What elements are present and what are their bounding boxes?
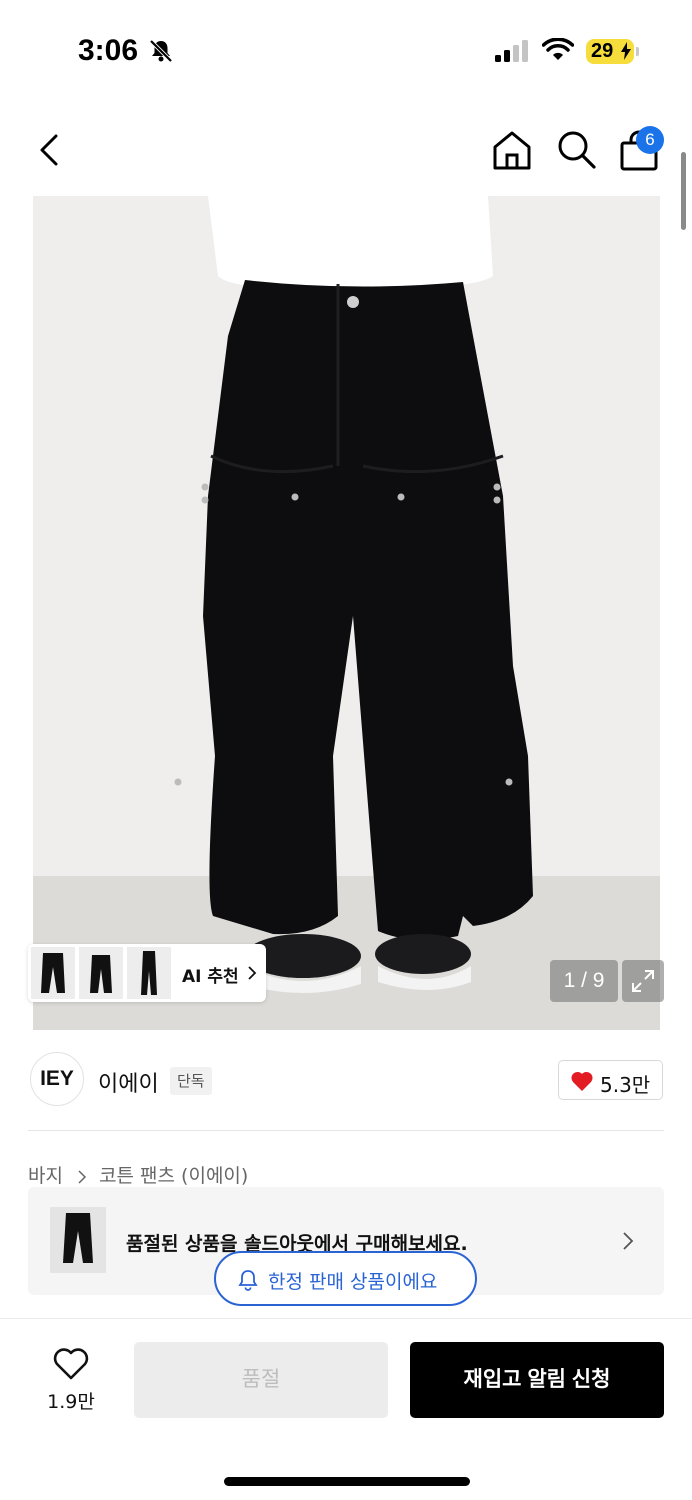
chevron-right-icon: [78, 1169, 87, 1184]
product-image[interactable]: [33, 196, 660, 1030]
soldout-button: 품절: [134, 1342, 388, 1418]
wifi-icon: [542, 38, 574, 60]
heart-filled-icon: [571, 1071, 593, 1091]
signal-icon: [495, 40, 528, 62]
battery-icon: 29: [586, 39, 634, 64]
expand-button[interactable]: [622, 960, 664, 1002]
bottom-bar-divider: [0, 1318, 692, 1319]
expand-icon: [632, 970, 654, 992]
bolt-icon: [621, 42, 631, 60]
wishlist-count: 1.9만: [47, 1391, 95, 1413]
breadcrumb-subcategory[interactable]: 코튼 팬츠 (이에이): [99, 1165, 248, 1187]
limited-sale-badge: 한정 판매 상품이에요: [214, 1251, 477, 1306]
home-icon[interactable]: [490, 128, 534, 172]
gallery-thumbnail[interactable]: [127, 947, 171, 999]
cart-count-badge: 6: [636, 126, 664, 154]
restock-alert-button[interactable]: 재입고 알림 신청: [410, 1342, 664, 1418]
thumbnail-image: [141, 951, 157, 995]
scrollbar[interactable]: [681, 152, 686, 230]
ai-recommend-strip[interactable]: AI 추천: [28, 944, 266, 1002]
search-icon[interactable]: [555, 128, 597, 170]
soldout-product-thumbnail: [50, 1207, 106, 1273]
wishlist-button[interactable]: 1.9만: [40, 1345, 102, 1415]
chevron-right-icon: [623, 1232, 634, 1250]
exclusive-badge: 단독: [170, 1067, 212, 1095]
product-photo: [33, 196, 660, 1030]
breadcrumb: 바지 코튼 팬츠 (이에이): [28, 1161, 248, 1188]
brand-logo[interactable]: IEY: [30, 1052, 84, 1106]
limited-sale-text: 한정 판매 상품이에요: [268, 1271, 438, 1293]
battery-level: 29: [591, 40, 614, 62]
back-arrow-icon[interactable]: [32, 128, 68, 172]
thumbnail-image: [63, 1213, 93, 1263]
home-indicator[interactable]: [224, 1477, 470, 1486]
brand-like-count: 5.3만: [600, 1073, 651, 1097]
brand-name[interactable]: 이에이: [98, 1066, 159, 1098]
gallery-thumbnail[interactable]: [79, 947, 123, 999]
gallery-thumbnail[interactable]: [31, 947, 75, 999]
thumbnail-image: [41, 953, 65, 993]
heart-outline-icon: [53, 1348, 89, 1380]
chevron-right-icon: [248, 966, 257, 980]
status-bar: 3:06 29: [0, 0, 692, 100]
image-page-counter: 1 / 9: [550, 960, 618, 1002]
brand-like-button[interactable]: 5.3만: [558, 1060, 663, 1100]
divider: [28, 1130, 664, 1131]
status-time: 3:06: [78, 34, 139, 67]
bell-icon: [238, 1270, 258, 1291]
thumbnail-image: [90, 955, 112, 993]
breadcrumb-category[interactable]: 바지: [28, 1165, 63, 1187]
bell-slash-icon: [149, 39, 173, 63]
ai-recommend-label: AI 추천: [182, 967, 239, 987]
battery-tip: [636, 47, 639, 56]
